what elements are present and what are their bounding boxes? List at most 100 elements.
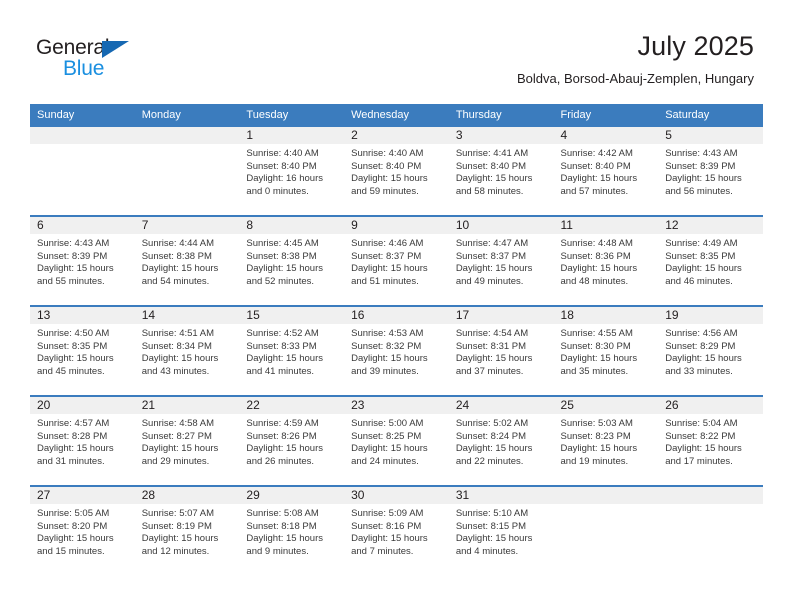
- calendar-day-cell[interactable]: 21 Sunrise: 4:58 AM Sunset: 8:27 PM Dayligh…: [134, 395, 240, 486]
- day-details: Sunrise: 4:43 AM Sunset: 8:39 PM Daylight:…: [658, 144, 763, 198]
- daylight-text-line2: and 55 minutes.: [37, 275, 105, 287]
- daylight-text-line2: and 51 minutes.: [351, 275, 419, 287]
- day-details: Sunrise: 4:59 AM Sunset: 8:26 PM Daylight:…: [239, 414, 344, 468]
- daylight-text-line1: Daylight: 15 hours: [351, 173, 428, 185]
- sunrise-text: Sunrise: 5:03 AM: [560, 418, 633, 429]
- calendar-day-cell[interactable]: 17 Sunrise: 4:54 AM Sunset: 8:31 PM Dayligh…: [448, 305, 554, 396]
- daylight-text-line1: Daylight: 15 hours: [665, 443, 742, 455]
- day-number: 26: [658, 397, 763, 414]
- day-details: Sunrise: 5:08 AM Sunset: 8:18 PM Daylight:…: [239, 504, 344, 558]
- day-number: 17: [448, 307, 554, 324]
- calendar-day-cell[interactable]: 20 Sunrise: 4:57 AM Sunset: 8:28 PM Dayligh…: [30, 395, 135, 486]
- calendar-day-cell[interactable]: 23 Sunrise: 5:00 AM Sunset: 8:25 PM Dayligh…: [344, 395, 449, 486]
- sunrise-text: Sunrise: 4:59 AM: [246, 418, 319, 429]
- calendar-day-cell[interactable]: 28 Sunrise: 5:07 AM Sunset: 8:19 PM Dayligh…: [134, 485, 240, 575]
- daylight-text-line2: and 31 minutes.: [37, 455, 105, 467]
- sunset-text: Sunset: 8:37 PM: [455, 250, 527, 262]
- calendar-day-cell[interactable]: 15 Sunrise: 4:52 AM Sunset: 8:33 PM Dayligh…: [239, 305, 345, 396]
- daylight-text-line2: and 39 minutes.: [351, 365, 419, 377]
- day-details: Sunrise: 4:47 AM Sunset: 8:37 PM Daylight:…: [449, 234, 554, 288]
- calendar-grid: Sunday Monday Tuesday Wednesday Thursday…: [30, 104, 763, 575]
- sunset-text: Sunset: 8:31 PM: [455, 340, 527, 352]
- daylight-text-line2: and 22 minutes.: [455, 455, 524, 467]
- day-number: [134, 127, 240, 144]
- daylight-text-line1: Daylight: 15 hours: [665, 173, 742, 185]
- sunset-text: Sunset: 8:25 PM: [351, 430, 422, 442]
- calendar-day-cell[interactable]: 16 Sunrise: 4:53 AM Sunset: 8:32 PM Dayligh…: [344, 305, 449, 396]
- sunset-text: Sunset: 8:40 PM: [351, 160, 422, 172]
- calendar-day-cell[interactable]: 8 Sunrise: 4:45 AM Sunset: 8:38 PM Daylight…: [239, 215, 345, 306]
- location-subtitle: Boldva, Borsod-Abauj-Zemplen, Hungary: [516, 71, 754, 86]
- calendar-day-cell[interactable]: 27 Sunrise: 5:05 AM Sunset: 8:20 PM Dayligh…: [30, 485, 135, 575]
- calendar-day-cell[interactable]: 13 Sunrise: 4:50 AM Sunset: 8:35 PM Dayligh…: [30, 305, 135, 396]
- calendar-day-cell[interactable]: 2 Sunrise: 4:40 AM Sunset: 8:40 PM Daylight…: [344, 127, 449, 216]
- logo-triangle-icon: [102, 41, 129, 58]
- sunset-text: Sunset: 8:20 PM: [37, 520, 108, 532]
- daylight-text-line2: and 9 minutes.: [246, 545, 309, 557]
- day-details: Sunrise: 5:03 AM Sunset: 8:23 PM Daylight:…: [554, 414, 659, 468]
- daylight-text-line1: Daylight: 15 hours: [455, 263, 533, 275]
- daylight-text-line1: Daylight: 15 hours: [141, 443, 219, 455]
- calendar-day-cell[interactable]: 1 Sunrise: 4:40 AM Sunset: 8:40 PM Daylight…: [239, 127, 345, 216]
- sunset-text: Sunset: 8:32 PM: [351, 340, 422, 352]
- day-details: Sunrise: 4:57 AM Sunset: 8:28 PM Daylight:…: [30, 414, 135, 468]
- calendar-day-cell[interactable]: 19 Sunrise: 4:56 AM Sunset: 8:29 PM Dayligh…: [658, 305, 763, 396]
- day-details: Sunrise: 5:07 AM Sunset: 8:19 PM Daylight:…: [135, 504, 240, 558]
- sunrise-text: Sunrise: 4:58 AM: [141, 418, 215, 429]
- calendar-day-cell[interactable]: 30 Sunrise: 5:09 AM Sunset: 8:16 PM Dayligh…: [344, 485, 449, 575]
- calendar-day-cell[interactable]: 6 Sunrise: 4:43 AM Sunset: 8:39 PM Daylight…: [30, 215, 135, 306]
- daylight-text-line1: Daylight: 15 hours: [37, 353, 114, 365]
- calendar-day-cell[interactable]: 22 Sunrise: 4:59 AM Sunset: 8:26 PM Dayligh…: [239, 395, 345, 486]
- logo-text-blue: Blue: [63, 57, 105, 80]
- calendar-day-cell[interactable]: 14 Sunrise: 4:51 AM Sunset: 8:34 PM Dayligh…: [134, 305, 240, 396]
- day-number: [30, 127, 135, 144]
- calendar-day-cell[interactable]: 5 Sunrise: 4:43 AM Sunset: 8:39 PM Daylight…: [658, 127, 763, 216]
- sunset-text: Sunset: 8:24 PM: [455, 430, 527, 442]
- daylight-text-line1: Daylight: 16 hours: [246, 173, 323, 185]
- daylight-text-line1: Daylight: 15 hours: [455, 173, 533, 185]
- daylight-text-line2: and 24 minutes.: [351, 455, 419, 467]
- calendar-day-cell[interactable]: 12 Sunrise: 4:49 AM Sunset: 8:35 PM Dayligh…: [658, 215, 763, 306]
- day-details: Sunrise: 4:51 AM Sunset: 8:34 PM Daylight:…: [135, 324, 240, 378]
- daylight-text-line2: and 46 minutes.: [665, 275, 733, 287]
- daylight-text-line1: Daylight: 15 hours: [351, 533, 428, 545]
- calendar-day-cell[interactable]: 9 Sunrise: 4:46 AM Sunset: 8:37 PM Daylight…: [344, 215, 449, 306]
- sunset-text: Sunset: 8:39 PM: [37, 250, 108, 262]
- day-details: Sunrise: 4:58 AM Sunset: 8:27 PM Daylight:…: [135, 414, 240, 468]
- calendar-day-cell[interactable]: 3 Sunrise: 4:41 AM Sunset: 8:40 PM Daylight…: [448, 127, 554, 216]
- day-number: 27: [30, 487, 135, 504]
- daylight-text-line2: and 59 minutes.: [351, 185, 419, 197]
- day-details: Sunrise: 4:56 AM Sunset: 8:29 PM Daylight:…: [658, 324, 763, 378]
- calendar-day-cell[interactable]: 11 Sunrise: 4:48 AM Sunset: 8:36 PM Dayligh…: [553, 215, 659, 306]
- day-details: Sunrise: 4:41 AM Sunset: 8:40 PM Daylight:…: [449, 144, 554, 198]
- day-number: 29: [239, 487, 345, 504]
- day-number: 14: [134, 307, 240, 324]
- calendar-day-cell[interactable]: 31 Sunrise: 5:10 AM Sunset: 8:15 PM Dayligh…: [448, 485, 554, 575]
- day-number: 13: [30, 307, 135, 324]
- daylight-text-line2: and 4 minutes.: [455, 545, 519, 557]
- day-number: 2: [344, 127, 449, 144]
- daylight-text-line1: Daylight: 15 hours: [665, 263, 742, 275]
- daylight-text-line1: Daylight: 15 hours: [351, 263, 428, 275]
- sunset-text: Sunset: 8:37 PM: [351, 250, 422, 262]
- calendar-day-cell[interactable]: 25 Sunrise: 5:03 AM Sunset: 8:23 PM Dayligh…: [553, 395, 659, 486]
- calendar-day-cell[interactable]: 29 Sunrise: 5:08 AM Sunset: 8:18 PM Dayligh…: [239, 485, 345, 575]
- day-number: 10: [448, 217, 554, 234]
- day-details: Sunrise: 5:09 AM Sunset: 8:16 PM Daylight:…: [344, 504, 449, 558]
- day-number: 22: [239, 397, 345, 414]
- daylight-text-line1: Daylight: 15 hours: [246, 263, 323, 275]
- calendar-day-cell[interactable]: 4 Sunrise: 4:42 AM Sunset: 8:40 PM Daylight…: [553, 127, 659, 216]
- day-details: Sunrise: 4:42 AM Sunset: 8:40 PM Daylight:…: [554, 144, 659, 198]
- daylight-text-line2: and 15 minutes.: [37, 545, 105, 557]
- calendar-day-cell[interactable]: 10 Sunrise: 4:47 AM Sunset: 8:37 PM Dayligh…: [448, 215, 554, 306]
- day-details: Sunrise: 5:10 AM Sunset: 8:15 PM Daylight:…: [449, 504, 554, 558]
- day-number: 5: [658, 127, 763, 144]
- calendar-day-cell[interactable]: 7 Sunrise: 4:44 AM Sunset: 8:38 PM Daylight…: [134, 215, 240, 306]
- calendar-body: 1 Sunrise: 4:40 AM Sunset: 8:40 PM Daylight…: [30, 127, 763, 575]
- calendar-day-cell[interactable]: 24 Sunrise: 5:02 AM Sunset: 8:24 PM Dayligh…: [448, 395, 554, 486]
- calendar-day-cell[interactable]: 26 Sunrise: 5:04 AM Sunset: 8:22 PM Dayligh…: [658, 395, 763, 486]
- daylight-text-line1: Daylight: 15 hours: [455, 533, 533, 545]
- daylight-text-line1: Daylight: 15 hours: [455, 353, 533, 365]
- day-number: 20: [30, 397, 135, 414]
- calendar-day-cell[interactable]: 18 Sunrise: 4:55 AM Sunset: 8:30 PM Dayligh…: [553, 305, 659, 396]
